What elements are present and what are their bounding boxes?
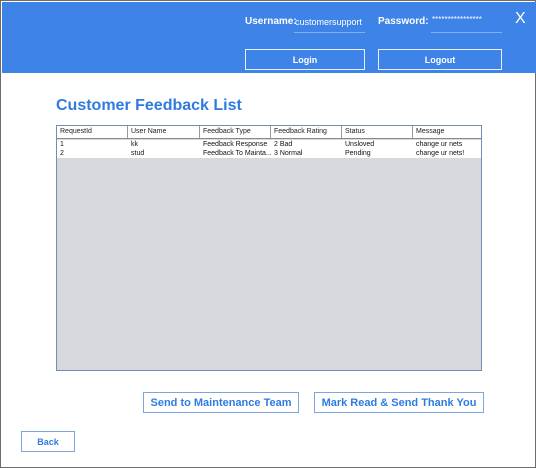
cell-message: change ur nets: [416, 141, 463, 148]
column-header-feedback-type[interactable]: Feedback Type: [200, 126, 271, 138]
username-label: Username:: [245, 16, 297, 27]
table-row[interactable]: 2 stud Feedback To Mainta... 3 Normal Pe…: [57, 149, 481, 158]
cell-feedback-rating: 2 Bad: [274, 141, 293, 148]
cell-status: Unsloved: [345, 141, 375, 148]
password-field[interactable]: ****************: [432, 15, 482, 24]
cell-username: stud: [131, 150, 145, 157]
password-underline: [431, 32, 502, 33]
back-button[interactable]: Back: [21, 431, 75, 452]
cell-feedback-type: Feedback To Mainta...: [203, 150, 271, 157]
app-window: Username: customersupport Password: ****…: [0, 0, 536, 468]
column-header-message[interactable]: Message: [413, 126, 481, 138]
cell-feedback-rating: 3 Normal: [274, 150, 303, 157]
cell-username: kk: [131, 141, 138, 148]
cell-requestid: 1: [60, 141, 64, 148]
password-label: Password:: [378, 16, 429, 27]
column-header-feedback-rating[interactable]: Feedback Rating: [271, 126, 342, 138]
page-title: Customer Feedback List: [56, 97, 242, 114]
username-field[interactable]: customersupport: [295, 17, 362, 27]
send-to-maintenance-button[interactable]: Send to Maintenance Team: [143, 392, 299, 413]
table-header: RequestId User Name Feedback Type Feedba…: [57, 126, 481, 139]
header-bar: Username: customersupport Password: ****…: [2, 2, 536, 73]
table-row[interactable]: 1 kk Feedback Response 2 Bad Unsloved ch…: [57, 140, 481, 149]
username-underline: [294, 32, 365, 33]
feedback-table[interactable]: RequestId User Name Feedback Type Feedba…: [56, 125, 482, 371]
logout-button[interactable]: Logout: [378, 49, 502, 70]
column-header-status[interactable]: Status: [342, 126, 413, 138]
login-button[interactable]: Login: [245, 49, 365, 70]
close-icon[interactable]: X: [515, 10, 526, 28]
cell-status: Pending: [345, 150, 371, 157]
mark-read-send-thank-you-button[interactable]: Mark Read & Send Thank You: [314, 392, 484, 413]
cell-message: change ur nets!: [416, 150, 465, 157]
column-header-username[interactable]: User Name: [128, 126, 200, 138]
cell-requestid: 2: [60, 150, 64, 157]
column-header-requestid[interactable]: RequestId: [57, 126, 128, 138]
cell-feedback-type: Feedback Response: [203, 141, 268, 148]
